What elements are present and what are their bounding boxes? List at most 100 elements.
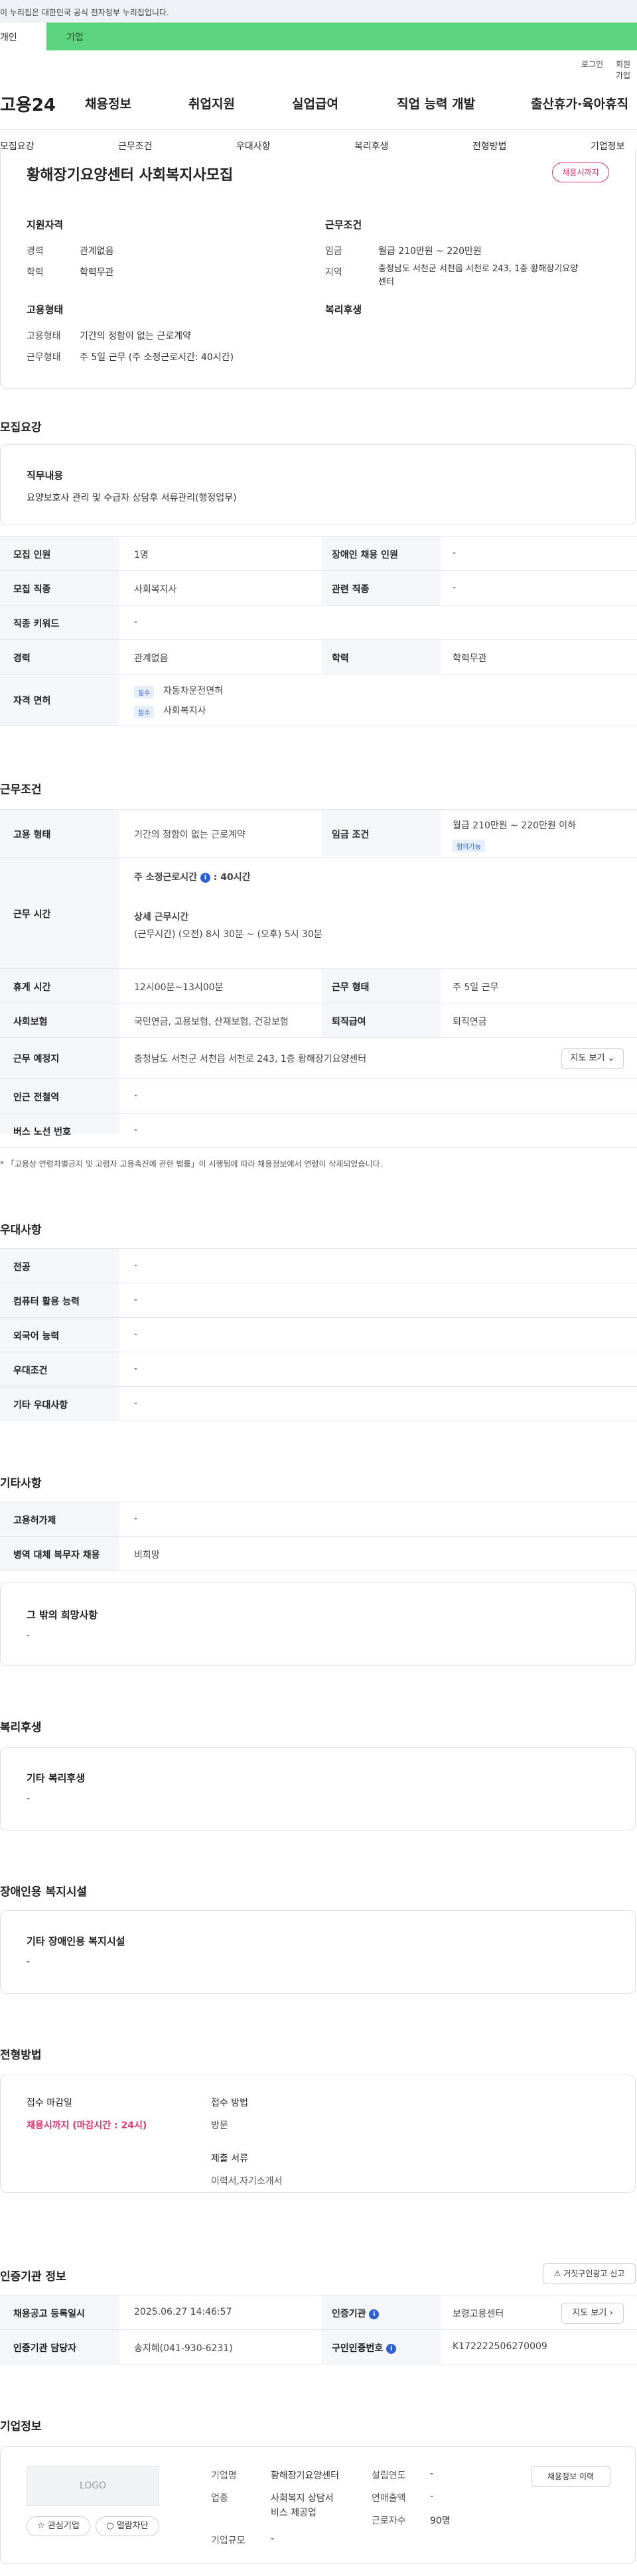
wish-value: -: [27, 1630, 31, 1641]
summary-edu-label: 학력: [27, 267, 44, 278]
disability-box-value: -: [27, 1957, 31, 1967]
company-name-value: 황해장기요양센터: [271, 2471, 340, 2481]
tab-person[interactable]: 개인: [0, 23, 46, 50]
keyword-label: 직종 키워드: [13, 619, 60, 629]
login-link[interactable]: 로그인: [581, 58, 603, 70]
tab-company[interactable]: 기업: [66, 31, 84, 44]
count-value: 1명: [134, 550, 149, 560]
divider: [0, 570, 637, 571]
pref-etc-value: -: [134, 1398, 138, 1409]
gnb-employment-support[interactable]: 취업지원: [188, 94, 235, 112]
block-view-button[interactable]: ○ 열람차단: [96, 2516, 159, 2536]
cert-number-value: K172222506270009: [453, 2341, 547, 2352]
preference-heading: 우대사항: [0, 1224, 42, 1237]
info-icon[interactable]: i: [200, 872, 210, 883]
duty-value: 요양보호사 관리 및 수급자 상담후 서류관리(행정업무): [27, 493, 237, 503]
pref-condition-value: -: [134, 1364, 138, 1374]
related-job-value: -: [453, 582, 457, 593]
divider: [0, 968, 637, 969]
site-logo[interactable]: 고용24: [0, 92, 56, 116]
welfare-box-value: -: [27, 1793, 31, 1804]
disability-facility-heading: 장애인용 복지시설: [0, 1886, 88, 1899]
cert-number-label: 구인인증번호 i: [332, 2341, 397, 2354]
gnb-vocational-training[interactable]: 직업 능력 개발: [397, 94, 475, 112]
weekly-hours-value: : 40시간: [213, 872, 251, 883]
disabled-count-value: -: [453, 548, 457, 558]
divider: [0, 2329, 637, 2330]
agency-map-button[interactable]: 지도 보기 ›: [561, 2303, 624, 2324]
summary-welfare-heading: 복리후생: [325, 304, 362, 316]
agency-heading: 인증기관 정보: [0, 2270, 66, 2284]
divider: [0, 639, 637, 640]
divider: [0, 1113, 637, 1114]
agency-label-text: 인증기관: [332, 2309, 366, 2319]
pref-etc-label: 기타 우대사항: [13, 1400, 68, 1411]
disabled-count-label: 장애인 채용 인원: [332, 550, 398, 560]
job-title: 황해장기요양센터 사회복지사모집: [27, 167, 234, 184]
method-heading: 접수 방법: [211, 2098, 248, 2108]
related-job-label: 관련 직종: [332, 584, 370, 595]
disability-box-heading: 기타 장애인용 복지시설: [27, 1935, 125, 1947]
agency-manager-value: 송지혜(041-930-6231): [134, 2343, 233, 2354]
pref-condition-label: 우대조건: [13, 1366, 48, 1376]
bus-label: 버스 노선 번호: [13, 1127, 72, 1137]
summary-edu-value: 학력무관: [80, 267, 114, 278]
education-label: 학력: [332, 653, 349, 664]
gov-notice-text: 이 누리집은 대한민국 공식 전자정부 누리집입니다.: [0, 8, 169, 17]
industry-value-1: 사회복지 상담서: [271, 2493, 334, 2504]
user-type-tabbar: 개인 기업: [0, 23, 637, 50]
bus-value: -: [134, 1125, 138, 1135]
info-icon[interactable]: i: [386, 2343, 397, 2354]
wage-label: 임금 조건: [332, 830, 370, 840]
favorite-company-button[interactable]: ☆ 관심기업: [27, 2516, 90, 2536]
license-required-tag: 필수: [134, 706, 155, 718]
education-value: 학력무관: [453, 653, 487, 664]
wish-heading: 그 밖의 희망사항: [27, 1609, 98, 1621]
divider: [0, 605, 637, 606]
reg-date-value: 2025.06.27 14:46:57: [134, 2307, 232, 2317]
recruit-history-button[interactable]: 채용정보 이력: [531, 2466, 610, 2487]
employment-type-label: 고용 형태: [13, 830, 51, 840]
agency-manager-label: 인증기관 담당자: [13, 2343, 77, 2354]
workplace-value: 충청남도 서천군 서천읍 서천로 243, 1층 황해장기요양센터: [134, 1054, 367, 1064]
documents-heading: 제출 서류: [211, 2154, 248, 2164]
job-label: 모집 직종: [13, 584, 51, 595]
founded-value: -: [430, 2469, 434, 2479]
work-form-label: 근무 형태: [332, 982, 370, 993]
work-hours-label: 근무 시간: [13, 909, 51, 920]
insurance-label: 사회보험: [13, 1017, 48, 1027]
summary-career-label: 경력: [27, 246, 44, 257]
weekly-hours-label: 주 소정근로시간: [134, 872, 198, 883]
info-icon[interactable]: i: [369, 2309, 380, 2319]
cond-label-col-bg: [0, 810, 119, 1134]
divider: [0, 1317, 637, 1318]
weekly-hours: 주 소정근로시간 i : 40시간: [134, 870, 251, 883]
license-required-tag: 필수: [134, 686, 155, 698]
age-law-note: * 「고용상 연령차별금지 및 고령자 고용촉진에 관한 법률」이 시행됨에 따…: [0, 1159, 383, 1169]
sales-label: 연매출액: [372, 2493, 406, 2504]
recruit-heading: 모집요강: [0, 421, 42, 434]
employees-value: 90명: [430, 2516, 451, 2526]
report-false-ad-button[interactable]: ⚠ 거짓구인광고 신고: [543, 2263, 636, 2284]
company-logo-placeholder: LOGO: [27, 2466, 159, 2506]
industry-value-2: 비스 제공업: [271, 2508, 317, 2518]
agency-label: 인증기관 i: [332, 2307, 380, 2320]
alert-icon: ⚠: [553, 2269, 561, 2278]
workplace-map-button[interactable]: 지도 보기 ⌄: [561, 1048, 624, 1069]
summary-wage-label: 임금: [325, 246, 342, 257]
military-value: 비희망: [134, 1550, 160, 1561]
summary-region-label: 지역: [325, 267, 342, 278]
computer-skill-label: 컴퓨터 활용 능력: [13, 1297, 80, 1307]
count-label: 모집 인원: [13, 550, 51, 560]
sales-value: -: [430, 2491, 434, 2502]
map-button-label: 지도 보기: [570, 1053, 605, 1063]
gnb-unemployment-benefit[interactable]: 실업급여: [292, 94, 338, 112]
gnb-parental-leave[interactable]: 출산휴가·육아휴직: [531, 94, 628, 112]
gnb-jobs[interactable]: 채용정보: [85, 94, 131, 112]
company-heading: 기업정보: [0, 2420, 42, 2433]
selection-heading: 전형방법: [0, 2049, 42, 2062]
subway-label: 인근 전철역: [13, 1092, 60, 1103]
summary-wage-value: 월급 210만원 ~ 220만원: [378, 246, 482, 257]
signup-link[interactable]: 회원가입: [616, 58, 637, 81]
retirement-value: 퇴직연금: [453, 1017, 487, 1027]
